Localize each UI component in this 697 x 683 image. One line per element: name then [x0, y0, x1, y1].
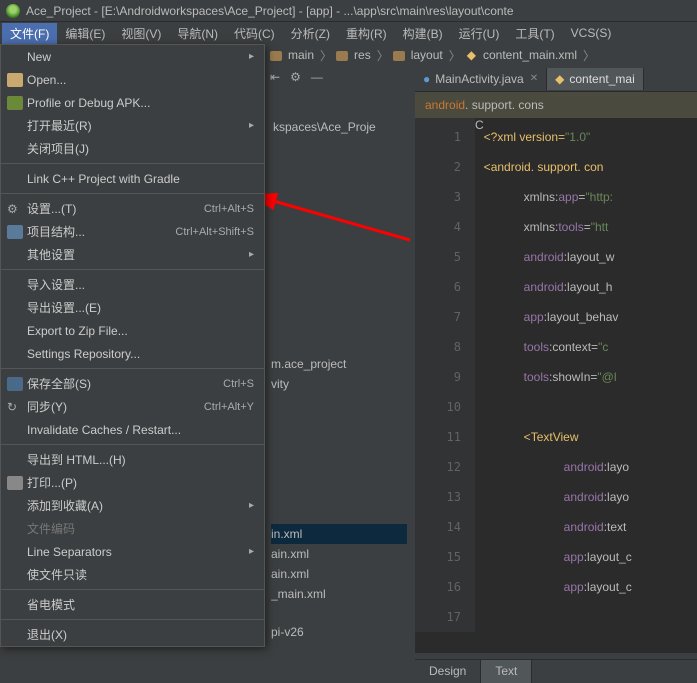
- menubar: 文件(F) 编辑(E) 视图(V) 导航(N) 代码(C) 分析(Z) 重构(R…: [0, 22, 697, 44]
- project-item[interactable]: m.ace_project: [271, 354, 407, 374]
- project-item[interactable]: pi-v26: [271, 622, 407, 642]
- menu-export-settings[interactable]: 导出设置...(E): [1, 296, 264, 319]
- project-toolbar: ⇤ ⚙ —: [270, 70, 323, 84]
- separator: [1, 589, 264, 590]
- menu-project-structure[interactable]: 项目结构...Ctrl+Alt+Shift+S: [1, 220, 264, 243]
- menu-new[interactable]: New▸: [1, 45, 264, 68]
- tab-label: content_mai: [569, 72, 634, 86]
- menu-link-cpp[interactable]: Link C++ Project with Gradle: [1, 167, 264, 190]
- java-icon: ●: [423, 72, 430, 86]
- xml-icon: ◆: [555, 72, 564, 86]
- menu-open-recent[interactable]: 打开最近(R)▸: [1, 114, 264, 137]
- app-icon: [6, 4, 20, 18]
- editor-tabs: ● MainActivity.java ✕ ◆ content_mai: [415, 66, 697, 92]
- menu-make-readonly[interactable]: 使文件只读: [1, 563, 264, 586]
- folder-icon: [7, 73, 23, 87]
- file-menu-dropdown: New▸ Open... Profile or Debug APK... 打开最…: [0, 44, 265, 647]
- menu-build[interactable]: 构建(B): [395, 23, 451, 44]
- menu-line-separators[interactable]: Line Separators▸: [1, 540, 264, 563]
- settings-icon[interactable]: ⚙: [290, 70, 301, 84]
- menu-power-save[interactable]: 省电模式: [1, 593, 264, 616]
- separator: [1, 619, 264, 620]
- menu-refactor[interactable]: 重构(R): [338, 23, 395, 44]
- project-item[interactable]: vity: [271, 374, 407, 394]
- project-item[interactable]: ain.xml: [271, 564, 407, 584]
- editor-tab-xml[interactable]: ◆ content_mai: [547, 68, 644, 90]
- menu-export-zip[interactable]: Export to Zip File...: [1, 319, 264, 342]
- folder-icon: [270, 51, 282, 61]
- menu-open[interactable]: Open...: [1, 68, 264, 91]
- project-item[interactable]: ain.xml: [271, 544, 407, 564]
- print-icon: [7, 476, 23, 490]
- menu-vcs[interactable]: VCS(S): [563, 24, 620, 42]
- hide-icon[interactable]: —: [311, 70, 323, 84]
- breadcrumb-seg[interactable]: main: [286, 48, 316, 62]
- menu-edit[interactable]: 编辑(E): [57, 23, 113, 44]
- code-hint-bar: android. support. cons: [415, 92, 697, 118]
- menu-settings[interactable]: ⚙设置...(T)Ctrl+Alt+S: [1, 197, 264, 220]
- menu-other-settings[interactable]: 其他设置▸: [1, 243, 264, 266]
- editor-tab-java[interactable]: ● MainActivity.java ✕: [415, 68, 547, 90]
- gear-icon: ⚙: [7, 202, 23, 216]
- code-editor[interactable]: android. support. cons 1 2 3 4 5 6 7 8 9…: [415, 92, 697, 653]
- project-items: m.ace_project vity: [265, 350, 413, 398]
- separator: [1, 444, 264, 445]
- project-item[interactable]: _main.xml: [271, 584, 407, 604]
- separator: [1, 368, 264, 369]
- menu-profile-apk[interactable]: Profile or Debug APK...: [1, 91, 264, 114]
- menu-file[interactable]: 文件(F): [2, 23, 57, 44]
- menu-code[interactable]: 代码(C): [226, 23, 283, 44]
- breadcrumb-seg[interactable]: res: [352, 48, 373, 62]
- code-lines[interactable]: <?xml version="1.0" <android. support. c…: [484, 118, 697, 632]
- menu-invalidate-caches[interactable]: Invalidate Caches / Restart...: [1, 418, 264, 441]
- menu-add-favorites[interactable]: 添加到收藏(A)▸: [1, 494, 264, 517]
- structure-icon: [7, 225, 23, 239]
- separator: [1, 193, 264, 194]
- breadcrumb-seg[interactable]: content_main.xml: [481, 48, 579, 62]
- save-icon: [7, 377, 23, 391]
- menu-sync[interactable]: ↻同步(Y)Ctrl+Alt+Y: [1, 395, 264, 418]
- window-title: Ace_Project - [E:\Androidworkspaces\Ace_…: [26, 4, 514, 18]
- menu-close-project[interactable]: 关闭项目(J): [1, 137, 264, 160]
- tab-label: MainActivity.java: [435, 72, 523, 86]
- sync-icon: ↻: [7, 400, 23, 414]
- menu-exit[interactable]: 退出(X): [1, 623, 264, 646]
- menu-file-encoding: 文件编码: [1, 517, 264, 540]
- folder-icon: [336, 51, 348, 61]
- menu-tools[interactable]: 工具(T): [507, 23, 562, 44]
- designer-tabs: Design Text: [415, 659, 697, 683]
- menu-save-all[interactable]: 保存全部(S)Ctrl+S: [1, 372, 264, 395]
- collapse-icon[interactable]: ⇤: [270, 70, 280, 84]
- xml-icon: ◆: [465, 48, 478, 62]
- folder-icon: [393, 51, 405, 61]
- breadcrumb-seg[interactable]: layout: [409, 48, 445, 62]
- tab-design[interactable]: Design: [415, 660, 481, 683]
- project-path: kspaces\Ace_Proje: [265, 116, 384, 138]
- debug-icon: [7, 96, 23, 110]
- menu-analyze[interactable]: 分析(Z): [283, 23, 338, 44]
- menu-settings-repo[interactable]: Settings Repository...: [1, 342, 264, 365]
- close-icon[interactable]: ✕: [530, 73, 538, 84]
- project-item[interactable]: in.xml: [271, 524, 407, 544]
- tab-text[interactable]: Text: [481, 660, 532, 683]
- separator: [1, 269, 264, 270]
- gutter: 1 2 3 4 5 6 7 8 9 10 11 12 13 14 15 16 1…: [415, 118, 475, 632]
- project-items: in.xml ain.xml ain.xml _main.xml pi-v26: [265, 520, 413, 646]
- menu-export-html[interactable]: 导出到 HTML...(H): [1, 448, 264, 471]
- menu-import-settings[interactable]: 导入设置...: [1, 273, 264, 296]
- titlebar: Ace_Project - [E:\Androidworkspaces\Ace_…: [0, 0, 697, 22]
- menu-print[interactable]: 打印...(P): [1, 471, 264, 494]
- menu-view[interactable]: 视图(V): [113, 23, 169, 44]
- menu-run[interactable]: 运行(U): [451, 23, 508, 44]
- separator: [1, 163, 264, 164]
- menu-navigate[interactable]: 导航(N): [169, 23, 226, 44]
- class-badge-icon[interactable]: C: [475, 118, 484, 632]
